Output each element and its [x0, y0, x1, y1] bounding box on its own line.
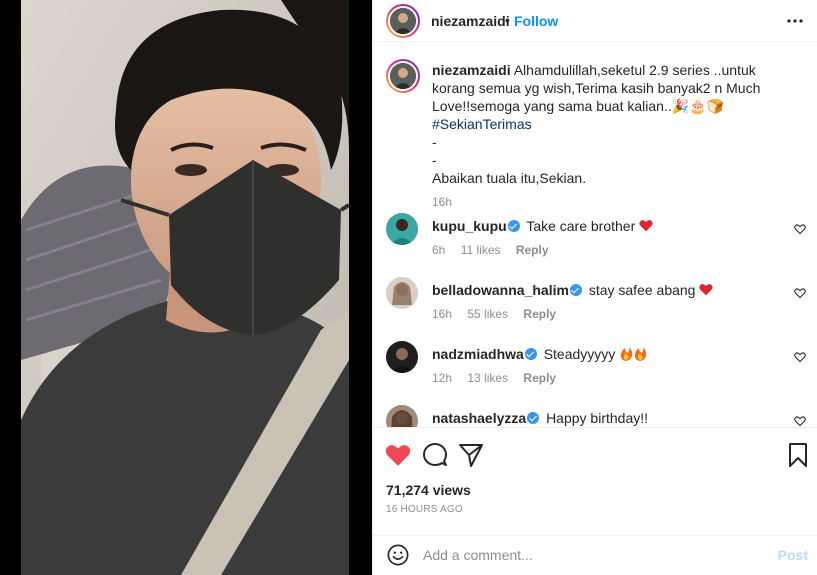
comment-body: kupu_kupu Take care brother: [432, 217, 772, 235]
like-heart-icon[interactable]: [385, 442, 411, 468]
comment-item: belladowanna_halim stay safee abang 16h …: [386, 277, 806, 333]
commenter-avatar[interactable]: [386, 341, 418, 373]
caption-text: niezamzaidi Alhamdulillah,seketul 2.9 se…: [432, 61, 776, 187]
caption-dash-2: -: [432, 152, 437, 168]
share-paper-plane-icon[interactable]: [458, 442, 484, 468]
comment-meta: 6h 11 likes Reply: [432, 243, 561, 257]
comment-text: Steadyyyyy: [543, 346, 616, 362]
like-comment-heart-icon[interactable]: [794, 223, 806, 235]
caption-dash-1: -: [432, 134, 437, 150]
post-media[interactable]: [21, 0, 349, 575]
emoji-smiley-icon[interactable]: [387, 544, 409, 566]
add-comment-bar: Post: [373, 535, 817, 575]
post-details-panel: niezamzaidi • Follow niezamzaidi Alhamdu…: [372, 0, 817, 575]
red-heart-emoji-icon: [639, 220, 653, 232]
comment-time[interactable]: 6h: [432, 243, 445, 257]
comment-item: nadzmiadhwa Steadyyyyy 12h 13 likes Repl…: [386, 341, 806, 397]
like-comment-heart-icon[interactable]: [794, 287, 806, 299]
caption-closing: Abaikan tuala itu,Sekian.: [432, 170, 587, 186]
verified-badge-icon: [507, 220, 520, 232]
reply-button[interactable]: Reply: [523, 371, 556, 385]
comment-text: Happy birthday!!: [546, 410, 649, 426]
post-comment-button[interactable]: Post: [778, 547, 808, 563]
comment-likes[interactable]: 13 likes: [467, 371, 508, 385]
comment-item: natashaelyzza Happy birthday!!: [386, 405, 806, 427]
post-header: niezamzaidi • Follow: [373, 0, 817, 42]
comment-likes[interactable]: 11 likes: [461, 243, 501, 257]
verified-badge-icon: [569, 284, 582, 296]
instagram-post-view: niezamzaidi • Follow niezamzaidi Alhamdu…: [0, 0, 817, 575]
comment-meta: 16h 55 likes Reply: [432, 307, 568, 321]
comment-body: nadzmiadhwa Steadyyyyy: [432, 345, 772, 363]
author-username[interactable]: niezamzaidi: [431, 13, 510, 29]
commenter-username[interactable]: natashaelyzza: [432, 410, 526, 426]
comment-likes[interactable]: 55 likes: [467, 307, 508, 321]
comments-list[interactable]: niezamzaidi Alhamdulillah,seketul 2.9 se…: [373, 43, 817, 427]
comment-text: Take care brother: [526, 218, 636, 234]
reply-button[interactable]: Reply: [523, 307, 556, 321]
more-options-icon[interactable]: [786, 12, 804, 30]
fire-emoji-icon: [621, 347, 647, 361]
reply-button[interactable]: Reply: [516, 243, 549, 257]
commenter-username[interactable]: nadzmiadhwa: [432, 346, 524, 362]
comment-meta: 12h 13 likes Reply: [432, 371, 568, 385]
commenter-username[interactable]: belladowanna_halim: [432, 282, 569, 298]
like-comment-heart-icon[interactable]: [794, 351, 806, 363]
selfie-photo: [21, 0, 349, 575]
comment-bubble-icon[interactable]: [422, 442, 448, 468]
follow-button[interactable]: Follow: [514, 13, 558, 29]
save-bookmark-icon[interactable]: [785, 442, 811, 468]
post-timestamp[interactable]: 16 HOURS AGO: [386, 504, 463, 515]
caption-emojis: 🎉🎂🍞: [671, 98, 724, 114]
like-comment-heart-icon[interactable]: [794, 415, 806, 427]
verified-badge-icon: [524, 348, 537, 360]
comment-body: natashaelyzza Happy birthday!!: [432, 409, 772, 427]
comment-text: stay safee abang: [588, 282, 696, 298]
caption-hashtag[interactable]: #SekianTerimas: [432, 116, 532, 132]
views-count[interactable]: 71,274 views: [386, 482, 471, 498]
commenter-avatar[interactable]: [386, 405, 418, 427]
verified-badge-icon: [527, 412, 540, 424]
post-actions: 71,274 views 16 HOURS AGO: [373, 427, 817, 537]
commenter-username[interactable]: kupu_kupu: [432, 218, 507, 234]
commenter-avatar[interactable]: [386, 277, 418, 309]
comment-time[interactable]: 16h: [432, 307, 452, 321]
author-avatar[interactable]: [386, 4, 420, 38]
separator-dot: •: [505, 12, 510, 28]
caption-timestamp[interactable]: 16h: [432, 195, 452, 209]
caption-username[interactable]: niezamzaidi: [432, 62, 511, 78]
red-heart-emoji-icon: [699, 284, 713, 296]
comment-input[interactable]: [423, 545, 763, 565]
comment-item: kupu_kupu Take care brother 6h 11 likes …: [386, 213, 806, 269]
comment-time[interactable]: 12h: [432, 371, 452, 385]
commenter-avatar[interactable]: [386, 213, 418, 245]
comment-body: belladowanna_halim stay safee abang: [432, 281, 772, 299]
caption-author-avatar[interactable]: [386, 59, 420, 93]
